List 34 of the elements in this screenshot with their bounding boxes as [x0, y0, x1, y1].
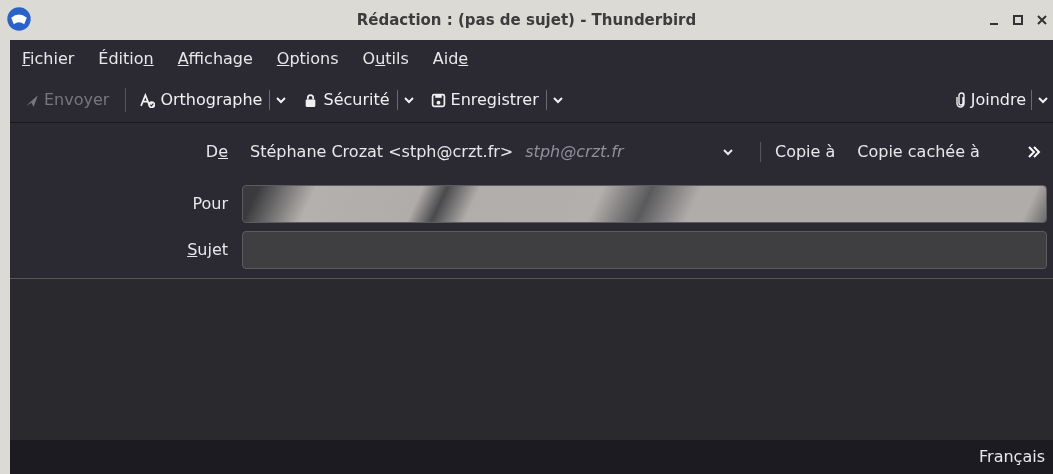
save-icon: [430, 92, 446, 108]
from-label: De: [205, 141, 228, 163]
window-title: Rédaction : (pas de sujet) - Thunderbird: [356, 9, 697, 31]
chevron-down-icon[interactable]: [1037, 96, 1049, 104]
save-button[interactable]: Enregistrer: [428, 85, 541, 115]
sender-address: Stéphane Crozat <stph@crzt.fr>: [250, 141, 514, 163]
chevron-down-icon: [722, 148, 734, 156]
menu-item[interactable]: Outils: [362, 47, 409, 71]
paperclip-icon: [955, 92, 966, 108]
security-button[interactable]: Sécurité: [301, 85, 392, 115]
recipient-type-link[interactable]: Copie cachée à: [857, 140, 980, 164]
subject-field[interactable]: [242, 231, 1047, 269]
subject-label: Sujet: [187, 239, 228, 261]
menu-item[interactable]: Affichage: [177, 47, 253, 71]
attach-button[interactable]: Joindre: [955, 85, 1026, 115]
chevron-down-icon[interactable]: [275, 96, 288, 104]
close-icon[interactable]: [1037, 15, 1047, 25]
menu-item[interactable]: Aide: [432, 47, 469, 71]
menu-item[interactable]: Options: [276, 47, 339, 71]
from-dropdown[interactable]: Stéphane Crozat <stph@crzt.fr> stph@crzt.fr: [242, 137, 736, 167]
menu-item[interactable]: Fichier: [22, 47, 75, 71]
chevron-double-right-icon[interactable]: [1027, 146, 1041, 158]
to-label: Pour: [192, 193, 228, 215]
recipient-type-link[interactable]: Copie à: [775, 140, 836, 164]
recipient-field[interactable]: [242, 185, 1047, 223]
app-logo-icon: [6, 6, 32, 32]
chevron-down-icon[interactable]: [551, 96, 564, 104]
chevron-down-icon[interactable]: [402, 96, 415, 104]
language-indicator[interactable]: Français: [979, 445, 1045, 469]
identity-hint: stph@crzt.fr: [525, 141, 624, 163]
menu-item[interactable]: Édition: [98, 47, 154, 71]
maximize-icon[interactable]: [1013, 15, 1023, 25]
spelling-button[interactable]: Orthographe: [138, 85, 265, 115]
spell-check-icon: [140, 92, 156, 108]
